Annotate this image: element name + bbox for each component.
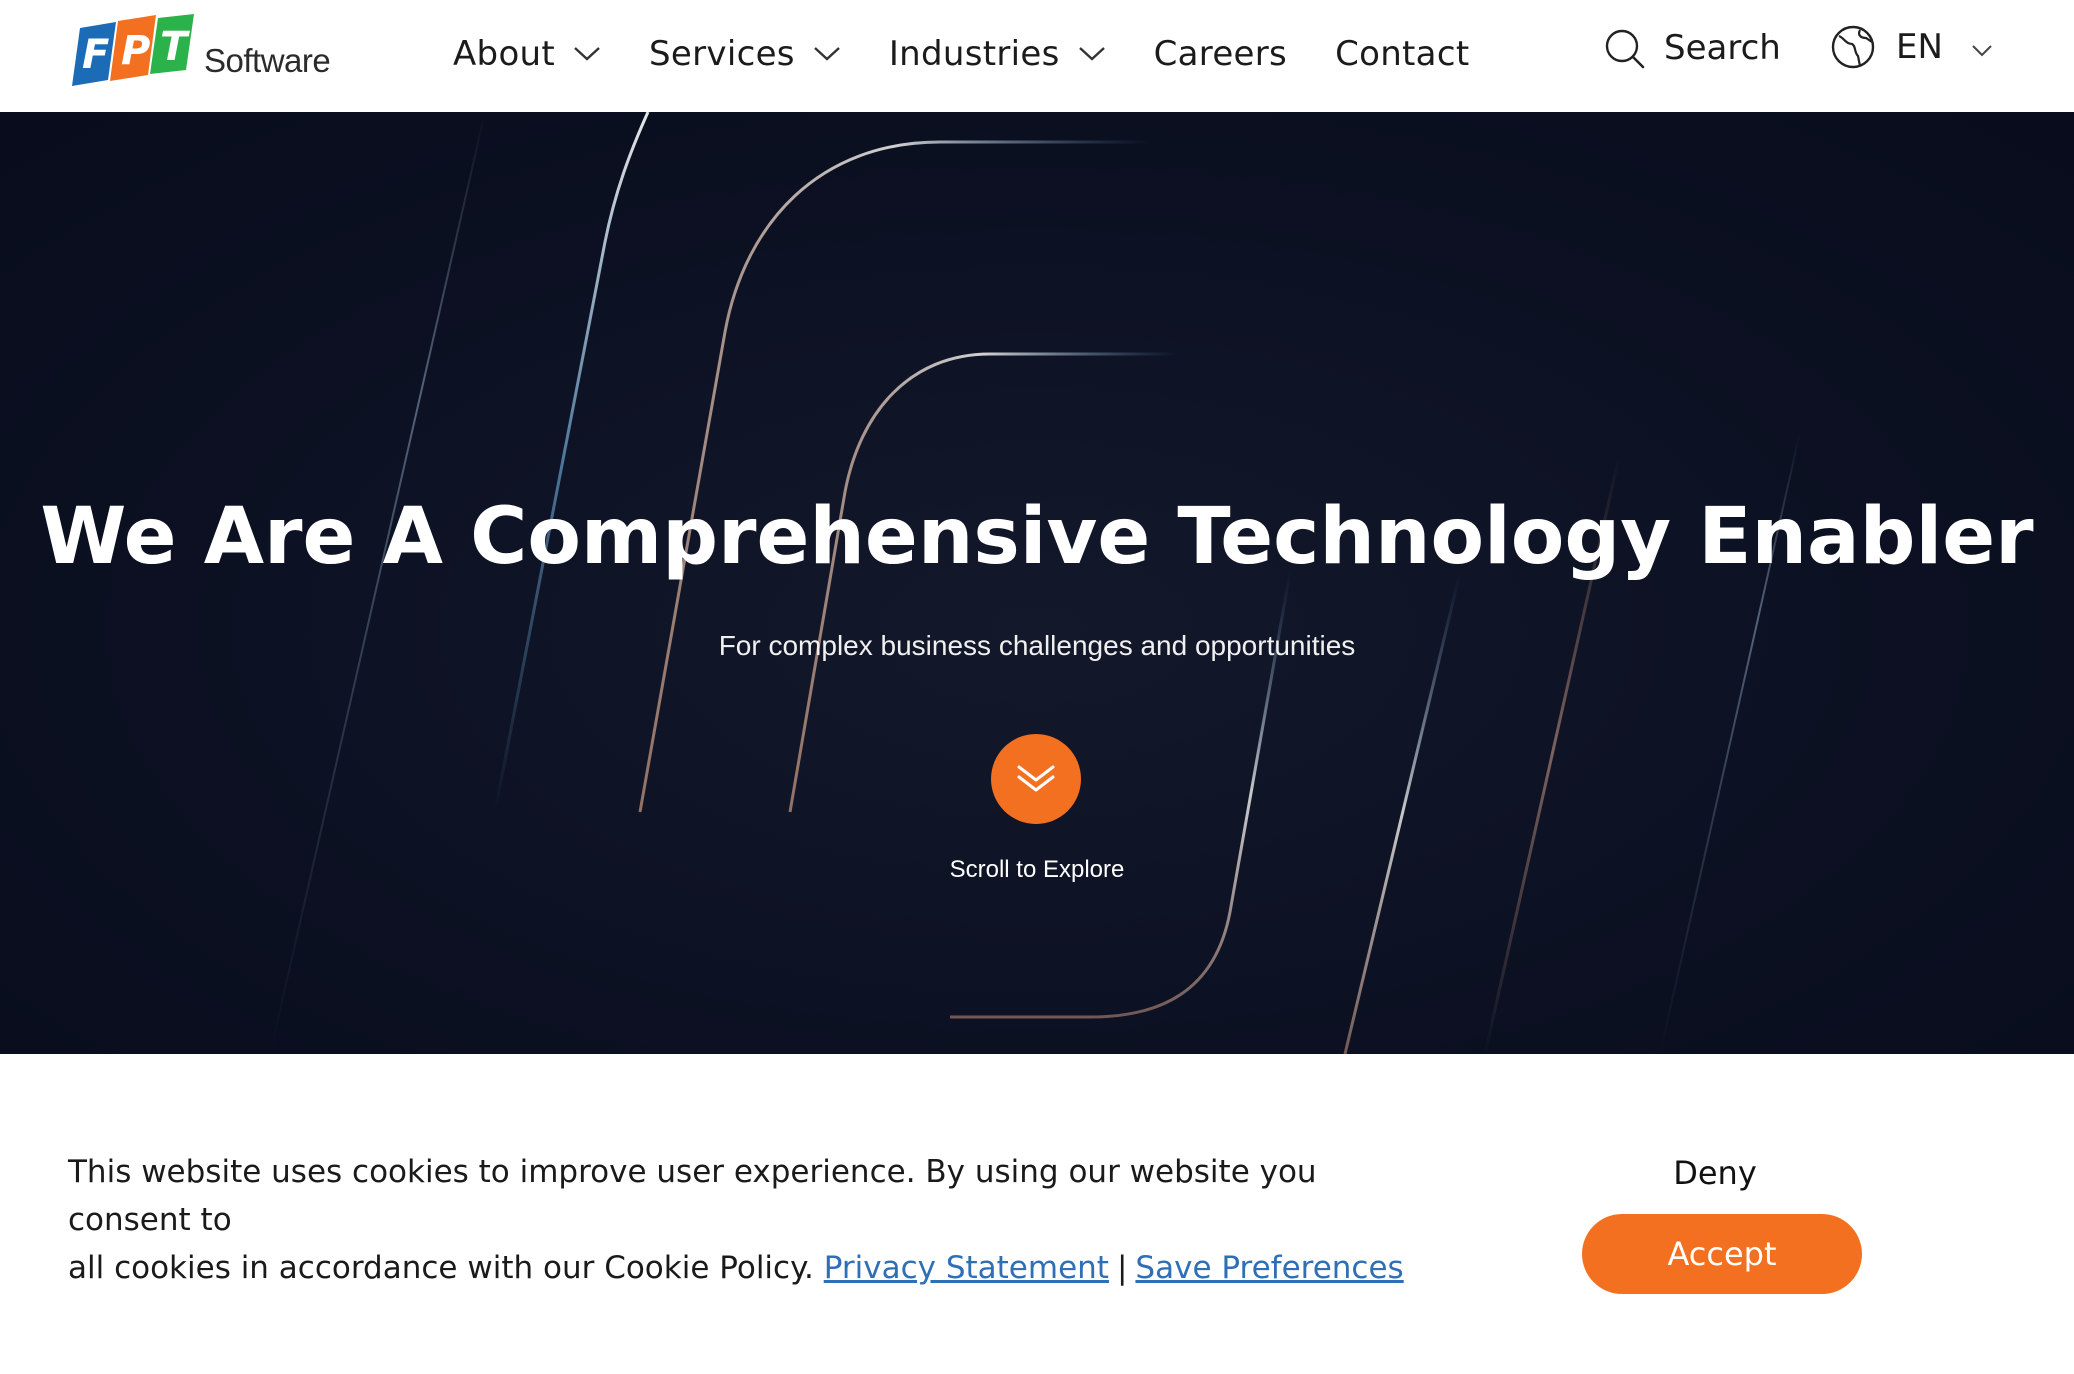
hero-background-lines [269, 112, 1801, 1054]
save-preferences-link[interactable]: Save Preferences [1135, 1250, 1403, 1286]
chevron-down-icon [1078, 46, 1106, 62]
search-label: Search [1664, 28, 1781, 68]
double-chevron-down-icon [1017, 765, 1055, 792]
nav-item-label: Contact [1335, 34, 1470, 74]
nav-item-services[interactable]: Services [649, 34, 841, 74]
cookie-banner: This website uses cookies to improve use… [0, 1054, 2074, 1374]
privacy-statement-link[interactable]: Privacy Statement [824, 1250, 1109, 1286]
nav-item-careers[interactable]: Careers [1154, 34, 1287, 74]
chevron-down-icon [573, 46, 601, 62]
cookie-text-line1: This website uses cookies to improve use… [68, 1154, 1317, 1238]
logo-wordmark: Software [204, 42, 331, 79]
nav-item-label: Services [649, 34, 795, 74]
logo-letter-t: T [160, 24, 190, 70]
cookie-text-line2: all cookies in accordance with our Cooki… [68, 1250, 814, 1286]
scroll-down-button[interactable] [991, 734, 1081, 824]
nav-item-label: Industries [888, 34, 1060, 74]
cookie-message: This website uses cookies to improve use… [68, 1148, 1438, 1292]
scroll-label: Scroll to Explore [949, 856, 1125, 883]
hero-title: We Are A Comprehensive Technology Enable… [40, 492, 2034, 582]
language-selector[interactable]: EN [1830, 24, 1993, 70]
site-header: F P T Software About Services Industries… [0, 0, 2074, 112]
nav-item-label: Careers [1153, 34, 1288, 74]
deny-button[interactable]: Deny [1640, 1154, 1790, 1192]
fpt-logo-mark: F P T [72, 14, 194, 86]
chevron-down-icon [813, 46, 841, 62]
search-icon [1605, 29, 1645, 69]
hero-section: We Are A Comprehensive Technology Enable… [0, 112, 2074, 1054]
fpt-software-logo[interactable]: F P T Software [66, 12, 331, 94]
search-button[interactable]: Search [1604, 26, 1781, 70]
nav-item-industries[interactable]: Industries [889, 34, 1106, 74]
link-separator: | [1116, 1250, 1128, 1286]
hero-subtitle: For complex business challenges and oppo… [718, 630, 1356, 661]
nav-item-about[interactable]: About [453, 34, 601, 74]
accept-button[interactable]: Accept [1582, 1214, 1862, 1294]
main-nav: About Services Industries Careers Contac… [453, 0, 1517, 108]
chevron-down-icon [1971, 27, 1993, 67]
nav-item-contact[interactable]: Contact [1335, 34, 1469, 74]
nav-item-label: About [453, 34, 556, 74]
logo-letter-f: F [82, 32, 109, 78]
globe-icon [1831, 25, 1875, 69]
language-code: EN [1896, 27, 1943, 67]
logo-letter-p: P [121, 28, 150, 74]
